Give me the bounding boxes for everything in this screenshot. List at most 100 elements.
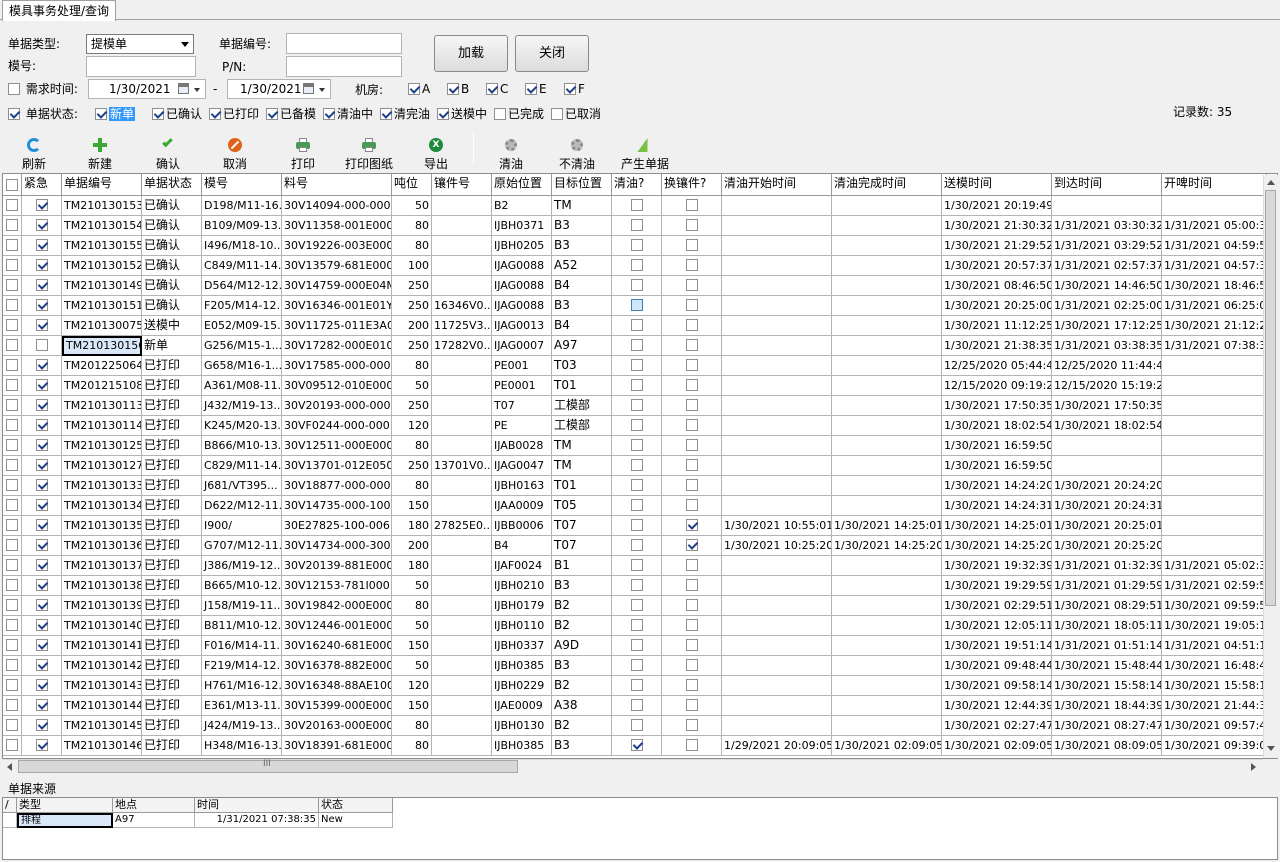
cell-swap[interactable] xyxy=(662,356,722,376)
cell-oil[interactable] xyxy=(612,356,662,376)
urgent-checkbox[interactable] xyxy=(35,319,48,331)
cell-sel[interactable] xyxy=(3,276,22,296)
cell-urgent[interactable] xyxy=(22,416,62,436)
cell-sel[interactable] xyxy=(3,596,22,616)
cell-sel[interactable] xyxy=(3,696,22,716)
room-checkbox[interactable] xyxy=(447,82,459,95)
row-select-checkbox[interactable] xyxy=(6,359,18,371)
oil-checkbox[interactable] xyxy=(630,399,643,411)
swap-insert-checkbox[interactable] xyxy=(685,359,698,371)
urgent-checkbox[interactable] xyxy=(35,459,48,471)
horizontal-scroll-thumb[interactable]: III xyxy=(18,759,518,773)
room-checkbox[interactable] xyxy=(525,82,537,95)
oil-checkbox[interactable] xyxy=(630,559,643,571)
urgent-checkbox[interactable] xyxy=(35,199,48,211)
swap-insert-checkbox[interactable] xyxy=(685,319,698,331)
toolbar-printer-button[interactable]: 打印图纸 xyxy=(338,132,400,172)
scroll-down-icon[interactable] xyxy=(1267,746,1275,751)
oil-checkbox[interactable] xyxy=(630,579,643,591)
cell-oil[interactable] xyxy=(612,336,662,356)
cell-urgent[interactable] xyxy=(22,696,62,716)
cell-oil[interactable] xyxy=(612,216,662,236)
row-select-checkbox[interactable] xyxy=(6,299,18,311)
status-filter-item[interactable]: 新单 xyxy=(95,107,136,121)
cell-sel[interactable] xyxy=(3,236,22,256)
cell-swap[interactable] xyxy=(662,496,722,516)
cell-sel[interactable] xyxy=(3,256,22,276)
room-b[interactable]: B xyxy=(447,82,469,96)
date-from-picker[interactable]: 1/30/2021 xyxy=(88,79,206,99)
table-row[interactable]: TM210130114 已打印 K245/M20-13... 30VF0244-000… xyxy=(3,416,1267,436)
row-select-checkbox[interactable] xyxy=(6,659,18,671)
swap-insert-checkbox[interactable] xyxy=(685,419,698,431)
room-checkbox[interactable] xyxy=(486,82,498,95)
cell-oil[interactable] xyxy=(612,296,662,316)
table-row[interactable]: TM210130136 已打印 G707/M12-11... 30V14734-000… xyxy=(3,536,1267,556)
table-row[interactable]: TM210130156 新单 G256/M15-1... 30V17282-000E0… xyxy=(3,336,1267,356)
load-button[interactable]: 加载 xyxy=(434,35,508,72)
status-filter-checkbox[interactable] xyxy=(266,107,278,120)
cell-swap[interactable] xyxy=(662,716,722,736)
row-select-checkbox[interactable] xyxy=(6,399,18,411)
cell-urgent[interactable] xyxy=(22,336,62,356)
oil-checkbox[interactable] xyxy=(630,539,643,551)
doc-no-input[interactable] xyxy=(286,33,402,54)
oil-checkbox[interactable] xyxy=(630,479,643,491)
status-toggle[interactable]: 单据状态: xyxy=(8,107,78,121)
cell-swap[interactable] xyxy=(662,416,722,436)
vertical-scroll-thumb[interactable] xyxy=(1265,190,1276,606)
urgent-checkbox[interactable] xyxy=(35,239,48,251)
cell-urgent[interactable] xyxy=(22,296,62,316)
cell-swap[interactable] xyxy=(662,256,722,276)
table-row[interactable]: TM210130146 已打印 H348/M16-13... 30V18391-681… xyxy=(3,736,1267,756)
urgent-checkbox[interactable] xyxy=(35,619,48,631)
row-select-checkbox[interactable] xyxy=(6,439,18,451)
row-select-checkbox[interactable] xyxy=(6,739,18,751)
status-filter-checkbox[interactable] xyxy=(437,107,449,120)
toolbar-gear-button[interactable]: 清油 xyxy=(491,132,531,172)
cell-oil[interactable] xyxy=(612,516,662,536)
tab-mold-transactions[interactable]: 模具事务处理/查询 xyxy=(2,0,117,21)
cell-sel[interactable] xyxy=(3,736,22,756)
close-button[interactable]: 关闭 xyxy=(515,35,589,72)
oil-checkbox[interactable] xyxy=(630,739,643,751)
row-select-checkbox[interactable] xyxy=(6,279,18,291)
table-row[interactable]: TM210130075 送模中 E052/M09-15... 30V11725-011… xyxy=(3,316,1267,336)
oil-checkbox[interactable] xyxy=(630,219,643,231)
cell-oil[interactable] xyxy=(612,676,662,696)
cell-oil[interactable] xyxy=(612,576,662,596)
cell-urgent[interactable] xyxy=(22,256,62,276)
swap-insert-checkbox[interactable] xyxy=(685,339,698,351)
cell-sel[interactable] xyxy=(3,296,22,316)
table-row[interactable]: TM210130144 已打印 E361/M13-11... 30V15399-000… xyxy=(3,696,1267,716)
pn-input[interactable] xyxy=(286,56,402,77)
status-filter-checkbox[interactable] xyxy=(551,107,563,120)
swap-insert-checkbox[interactable] xyxy=(685,459,698,471)
source-cell-type[interactable]: 排程 xyxy=(17,813,113,828)
table-row[interactable]: TM210130113 已打印 J432/M19-13... 30V20193-000… xyxy=(3,396,1267,416)
table-row[interactable]: TM210130154 已确认 B109/M09-13... 30V11358-001… xyxy=(3,216,1267,236)
row-select-checkbox[interactable] xyxy=(6,459,18,471)
cell-swap[interactable] xyxy=(662,516,722,536)
toolbar-printer-button[interactable]: 打印 xyxy=(281,132,325,172)
cell-oil[interactable] xyxy=(612,736,662,756)
cell-urgent[interactable] xyxy=(22,576,62,596)
urgent-checkbox[interactable] xyxy=(35,399,48,411)
select-all-header[interactable] xyxy=(3,174,22,196)
status-filter-checkbox[interactable] xyxy=(152,107,164,120)
urgent-checkbox[interactable] xyxy=(35,219,48,231)
oil-checkbox[interactable] xyxy=(630,679,643,691)
select-all-checkbox[interactable] xyxy=(6,179,18,191)
toolbar-cancel-button[interactable]: 取消 xyxy=(210,132,260,172)
oil-checkbox[interactable] xyxy=(630,639,643,651)
swap-insert-checkbox[interactable] xyxy=(685,699,698,711)
cell-urgent[interactable] xyxy=(22,216,62,236)
table-row[interactable]: TM210130139 已打印 J158/M19-11... 30V19842-000… xyxy=(3,596,1267,616)
urgent-checkbox[interactable] xyxy=(35,279,48,291)
oil-checkbox[interactable] xyxy=(630,299,643,311)
status-filter-item[interactable]: 已确认 xyxy=(152,107,202,121)
cell-swap[interactable] xyxy=(662,476,722,496)
oil-checkbox[interactable] xyxy=(630,619,643,631)
cell-sel[interactable] xyxy=(3,616,22,636)
cell-swap[interactable] xyxy=(662,236,722,256)
